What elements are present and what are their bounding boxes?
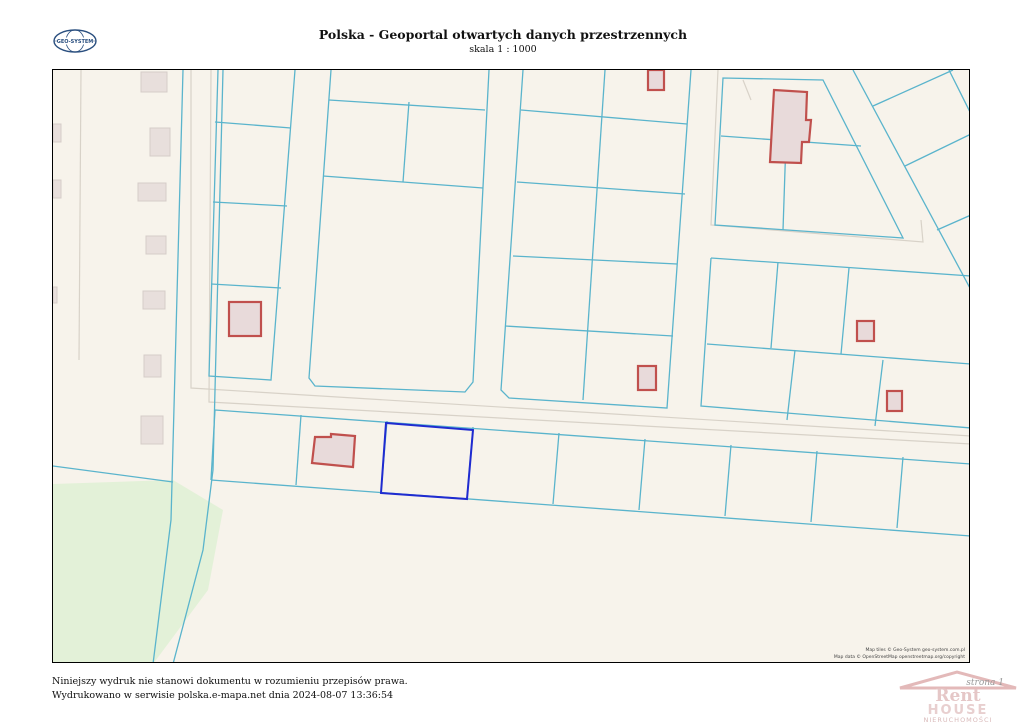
- brand-nieruchomosci: NIERUCHOMOŚCI: [923, 715, 992, 724]
- selected-parcel: [379, 421, 475, 501]
- building-faint: [140, 71, 168, 93]
- map-frame[interactable]: Map tiles © Geo-System geo-system.com.pl…: [52, 69, 970, 663]
- building-faint: [143, 354, 162, 378]
- building-faint: [149, 127, 171, 157]
- building: [885, 389, 904, 413]
- building-faint: [53, 123, 62, 143]
- building-faint: [145, 235, 167, 255]
- rent-house-watermark: strona 1 Rent HOUSE NIERUCHOMOŚCI: [899, 670, 1017, 724]
- building-faint: [140, 415, 164, 445]
- building-faint: [142, 290, 166, 310]
- building: [310, 432, 357, 469]
- page-title: Polska - Geoportal otwartych danych prze…: [318, 27, 688, 42]
- building: [855, 319, 876, 343]
- building-faint: [53, 286, 58, 304]
- map-canvas[interactable]: [53, 70, 970, 663]
- disclaimer-text: Niniejszy wydruk nie stanowi dokumentu w…: [52, 676, 408, 687]
- building: [646, 70, 666, 92]
- building-faint: [53, 179, 62, 199]
- map-data-attribution: Map data © OpenStreetMap openstreetmap.o…: [833, 655, 965, 660]
- buildings: [227, 70, 904, 469]
- print-info-text: Wydrukowano w serwisie polska.e-mapa.net…: [52, 690, 394, 701]
- building-faint: [137, 182, 167, 202]
- map-tiles-attribution: Map tiles © Geo-System geo-system.com.pl: [865, 648, 965, 653]
- building: [227, 300, 263, 338]
- building: [768, 88, 813, 165]
- map-scale: skala 1 : 1000: [469, 44, 537, 55]
- building: [636, 364, 658, 392]
- buildings-faint: [53, 71, 171, 445]
